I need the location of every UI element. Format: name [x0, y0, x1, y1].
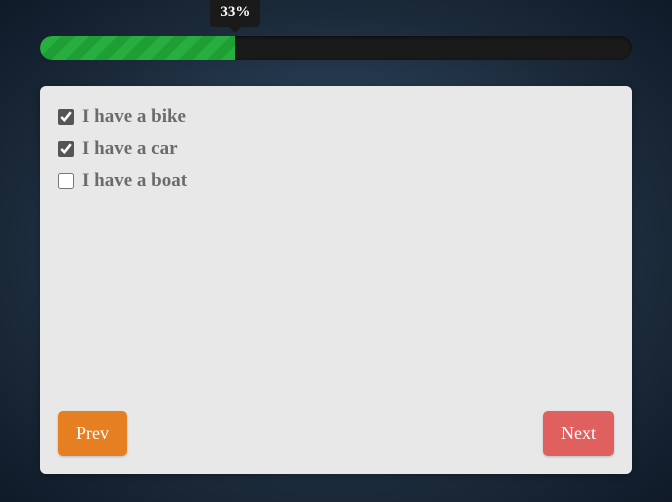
progress-percent-label: 33% — [220, 4, 250, 20]
progress-fill — [40, 36, 235, 60]
button-row: Prev Next — [58, 411, 614, 456]
option-row: I have a boat — [58, 170, 614, 192]
form-card: I have a bike I have a car I have a boat… — [40, 86, 632, 474]
next-button[interactable]: Next — [543, 411, 614, 456]
option-row: I have a bike — [58, 106, 614, 128]
option-row: I have a car — [58, 138, 614, 160]
form-container: 33% I have a bike I have a car I have a … — [0, 0, 672, 474]
option-label: I have a bike — [82, 106, 186, 128]
progress-tooltip: 33% — [210, 0, 260, 27]
option-label: I have a boat — [82, 170, 187, 192]
progress-bar — [40, 36, 632, 60]
checkbox-boat[interactable] — [58, 173, 74, 189]
prev-button[interactable]: Prev — [58, 411, 127, 456]
progress-section: 33% — [40, 36, 632, 60]
checkbox-bike[interactable] — [58, 109, 74, 125]
checkbox-car[interactable] — [58, 141, 74, 157]
option-label: I have a car — [82, 138, 178, 160]
